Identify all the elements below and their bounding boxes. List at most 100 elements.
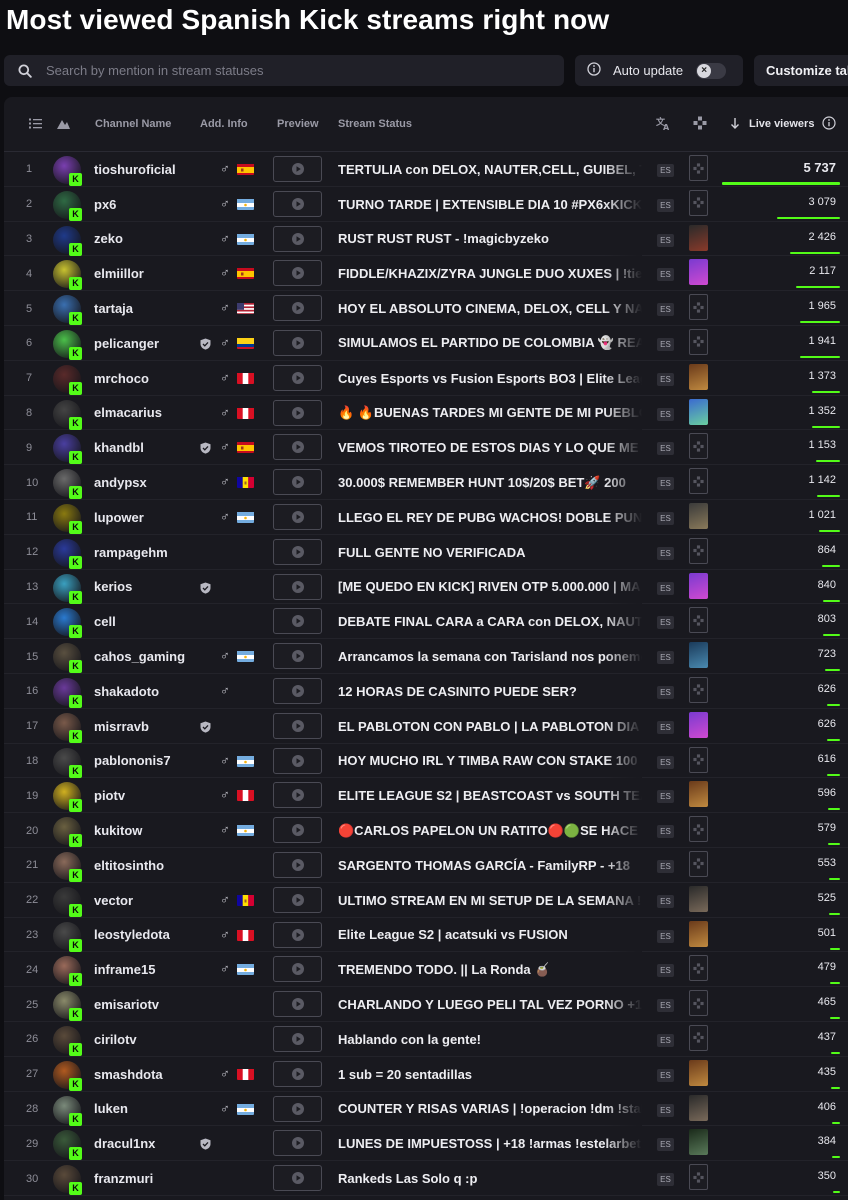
table-row[interactable]: 7 Kmrchoco ♂ Cuyes Esports vs Fusion Esport… — [4, 360, 848, 396]
sort-desc-icon[interactable] — [727, 115, 743, 131]
channel-name-link[interactable]: shakadoto — [94, 674, 159, 709]
game-placeholder[interactable] — [689, 537, 708, 564]
preview-button[interactable] — [273, 851, 322, 878]
stream-status-link[interactable]: ULTIMO STREAM EN MI SETUP DE LA SEMANA ! — [338, 883, 642, 918]
table-row[interactable]: 19 Kpiotv ♂ ELITE LEAGUE S2 | BEASTCOAST vs… — [4, 778, 848, 814]
preview-button[interactable] — [273, 573, 322, 600]
channel-name-link[interactable]: cahos_gaming — [94, 639, 185, 674]
stream-status-link[interactable]: FIDDLE/KHAZIX/ZYRA JUNGLE DUO XUXES | !t… — [338, 256, 642, 291]
preview-button[interactable] — [273, 295, 322, 322]
preview-button[interactable] — [273, 1025, 322, 1052]
table-row[interactable]: 3 Kzeko ♂ RUST RUST RUST - !magicbyzeko ES 2 … — [4, 221, 848, 257]
stream-status-link[interactable]: VEMOS TIROTEO DE ESTOS DIAS Y LO QUE ME … — [338, 430, 642, 465]
customize-table-button[interactable]: Customize table — [754, 55, 848, 86]
preview-button[interactable] — [273, 677, 322, 704]
game-placeholder[interactable] — [689, 1024, 708, 1051]
stream-status-link[interactable]: 🔴CARLOS PAPELON UN RATITO🔴🟢SE HACE — [338, 813, 642, 848]
stream-status-link[interactable]: Hablando con la gente! — [338, 1022, 642, 1057]
stream-status-link[interactable]: RUST RUST RUST - !magicbyzeko — [338, 222, 642, 257]
stream-status-link[interactable]: Arrancamos la semana con Tarisland nos p… — [338, 639, 642, 674]
channel-name-link[interactable]: cirilotv — [94, 1022, 137, 1057]
game-placeholder[interactable] — [689, 955, 708, 982]
preview-button[interactable] — [273, 538, 322, 565]
game-thumbnail[interactable] — [689, 224, 708, 251]
stream-status-link[interactable]: SIMULAMOS EL PARTIDO DE COLOMBIA 👻 REA — [338, 326, 642, 361]
stream-status-link[interactable]: 12 HORAS DE CASINITO PUEDE SER? — [338, 674, 642, 709]
game-thumbnail[interactable] — [689, 1129, 708, 1156]
preview-button[interactable] — [273, 921, 322, 948]
game-placeholder[interactable] — [689, 468, 708, 495]
stream-status-link[interactable]: Elite League S2 | acatsuki vs FUSION — [338, 918, 642, 953]
table-row[interactable]: 1 Ktioshuroficial ♂ TERTULIA con DELOX, NAU… — [4, 152, 848, 187]
col-preview[interactable]: Preview — [277, 118, 319, 130]
table-row[interactable]: 27 Ksmashdota ♂ 1 sub = 20 sentadillas ES 435 — [4, 1056, 848, 1092]
game-thumbnail[interactable] — [689, 363, 708, 390]
table-row[interactable]: 22 Kvector ♂ ULTIMO STREAM EN MI SETUP DE L… — [4, 882, 848, 918]
table-row[interactable]: 18 Kpablononis7 ♂ HOY MUCHO IRL Y TIMBA RAW… — [4, 743, 848, 779]
stream-status-link[interactable]: HOY EL ABSOLUTO CINEMA, DELOX, CELL Y NA — [338, 291, 642, 326]
channel-name-link[interactable]: cell — [94, 604, 116, 639]
preview-button[interactable] — [273, 469, 322, 496]
table-row[interactable]: 23 Kleostyledota ♂ Elite League S2 | acatsu… — [4, 917, 848, 953]
game-thumbnail[interactable] — [689, 259, 708, 286]
channel-name-link[interactable]: elmiillor — [94, 256, 144, 291]
stream-status-link[interactable]: DEBATE FINAL CARA a CARA con DELOX, NAUT… — [338, 604, 642, 639]
table-row[interactable]: 11 Klupower ♂ LLEGO EL REY DE PUBG WACHOS! … — [4, 499, 848, 535]
channel-name-link[interactable]: px6 — [94, 187, 116, 222]
table-row[interactable]: 12 Krampagehm FULL GENTE NO VERIFICADA ES 86… — [4, 534, 848, 570]
stream-status-link[interactable]: FULL GENTE NO VERIFICADA — [338, 535, 642, 570]
preview-button[interactable] — [273, 991, 322, 1018]
preview-button[interactable] — [273, 886, 322, 913]
table-row[interactable]: 21 Keltitosintho SARGENTO THOMAS GARCÍA - … — [4, 847, 848, 883]
game-placeholder[interactable] — [689, 328, 708, 355]
stream-status-link[interactable]: EL PABLOTON CON PABLO | LA PABLOTON DIA … — [338, 709, 642, 744]
preview-button[interactable] — [273, 329, 322, 356]
table-row[interactable]: 25 Kemisariotv CHARLANDO Y LUEGO PELI TAL … — [4, 987, 848, 1022]
stream-status-link[interactable]: [ME QUEDO EN KICK] RIVEN OTP 5.000.000 |… — [338, 570, 642, 605]
preview-button[interactable] — [273, 956, 322, 983]
stream-status-link[interactable]: TREMENDO TODO. || La Ronda 🧉 — [338, 952, 642, 987]
preview-button[interactable] — [273, 608, 322, 635]
preview-button[interactable] — [273, 434, 322, 461]
channel-name-link[interactable]: tioshuroficial — [94, 152, 176, 187]
table-row[interactable]: 2 Kpx6 ♂ TURNO TARDE | EXTENSIBLE DIA 10 #P… — [4, 186, 848, 222]
preview-button[interactable] — [273, 399, 322, 426]
stream-status-link[interactable]: SARGENTO THOMAS GARCÍA - FamilyRP - +18 — [338, 848, 642, 883]
game-placeholder[interactable] — [689, 155, 708, 181]
preview-button[interactable] — [273, 643, 322, 670]
game-thumbnail[interactable] — [689, 711, 708, 738]
table-row[interactable]: 20 Kkukitow ♂ 🔴CARLOS PAPELON UN RATITO🔴🟢SE… — [4, 813, 848, 848]
search-input[interactable] — [46, 63, 526, 78]
search-bar[interactable] — [4, 55, 564, 86]
gamepad-icon[interactable] — [692, 115, 708, 131]
col-channel-name[interactable]: Channel Name — [95, 118, 171, 130]
game-placeholder[interactable] — [689, 746, 708, 773]
game-placeholder[interactable] — [689, 816, 708, 843]
stream-status-link[interactable]: Rankeds Las Solo q :p — [338, 1161, 642, 1196]
translate-icon[interactable]: 文A — [655, 115, 671, 131]
stream-status-link[interactable]: CHARLANDO Y LUEGO PELI TAL VEZ PORNO +1 — [338, 987, 642, 1022]
preview-button[interactable] — [273, 712, 322, 739]
preview-button[interactable] — [273, 817, 322, 844]
channel-name-link[interactable]: pelicanger — [94, 326, 159, 361]
game-thumbnail[interactable] — [689, 885, 708, 912]
channel-name-link[interactable]: misrravb — [94, 709, 149, 744]
channel-name-link[interactable]: tartaja — [94, 291, 133, 326]
table-row[interactable]: 4 Kelmiillor ♂ FIDDLE/KHAZIX/ZYRA JUNGLE DU… — [4, 256, 848, 292]
preview-button[interactable] — [273, 364, 322, 391]
game-thumbnail[interactable] — [689, 502, 708, 529]
stream-status-link[interactable]: LLEGO EL REY DE PUBG WACHOS! DOBLE PUNT — [338, 500, 642, 535]
channel-name-link[interactable]: inframe15 — [94, 952, 155, 987]
channel-name-link[interactable]: vector — [94, 883, 133, 918]
preview-button[interactable] — [273, 190, 322, 217]
game-placeholder[interactable] — [689, 850, 708, 877]
stream-status-link[interactable]: HOY MUCHO IRL Y TIMBA RAW CON STAKE 100 — [338, 744, 642, 779]
preview-button[interactable] — [273, 225, 322, 252]
game-thumbnail[interactable] — [689, 1094, 708, 1121]
stream-status-link[interactable]: 30.000$ REMEMBER HUNT 10$/20$ BET🚀 200 — [338, 465, 642, 500]
preview-button[interactable] — [273, 1165, 322, 1192]
stream-status-link[interactable]: Cuyes Esports vs Fusion Esports BO3 | El… — [338, 361, 642, 396]
stream-status-link[interactable]: TERTULIA con DELOX, NAUTER,CELL, GUIBEL,… — [338, 152, 642, 187]
rank-icon[interactable] — [55, 115, 71, 131]
table-row[interactable]: 10 Kandypsx ♂ 30.000$ REMEMBER HUNT 10$/20$… — [4, 465, 848, 500]
